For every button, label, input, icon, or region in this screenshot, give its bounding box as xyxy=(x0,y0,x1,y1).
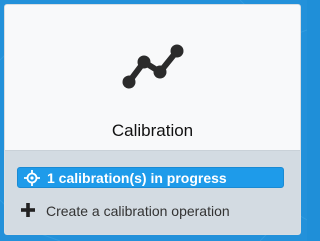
calibration-card[interactable]: Calibration 1 calibration(s) in progress xyxy=(4,4,301,235)
calibration-progress-link[interactable]: 1 calibration(s) in progress xyxy=(17,167,284,188)
create-calibration-button[interactable]: Create a calibration operation xyxy=(17,199,284,223)
plus-icon xyxy=(21,203,35,217)
create-calibration-label: Create a calibration operation xyxy=(46,203,230,219)
card-title: Calibration xyxy=(111,121,194,140)
calibration-graph-icon xyxy=(119,41,189,93)
card-footer: 1 calibration(s) in progress Create a ca… xyxy=(5,150,300,234)
progress-label: 1 calibration(s) in progress xyxy=(47,170,227,186)
card-header[interactable]: Calibration xyxy=(5,5,300,149)
crosshair-icon xyxy=(23,169,41,187)
